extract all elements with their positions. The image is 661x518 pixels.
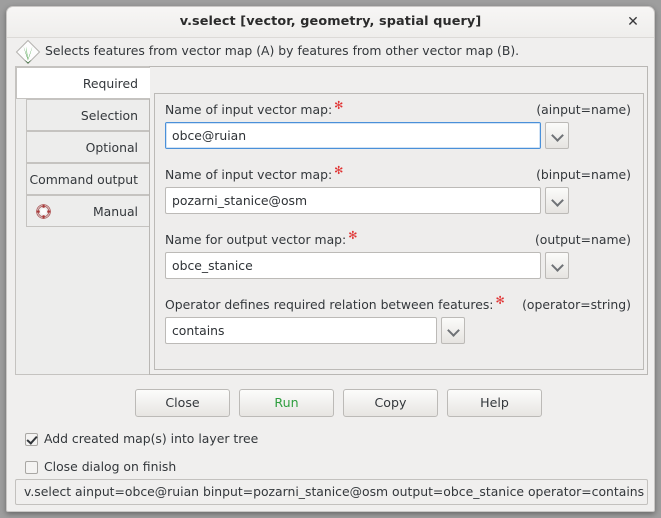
binput-label: Name of input vector map: ✻ (165, 163, 344, 182)
window-title: v.select [vector, geometry, spatial quer… (179, 14, 482, 29)
status-bar: v.select ainput=obce@ruian binput=pozarn… (15, 479, 648, 505)
chevron-down-icon (551, 193, 564, 207)
chevron-down-icon (551, 258, 564, 272)
ainput-input[interactable]: obce@ruian (165, 122, 541, 149)
add-map-label[interactable]: Add created map(s) into layer tree (44, 431, 258, 446)
tab-optional[interactable]: Optional (26, 131, 150, 163)
ainput-param-hint: (ainput=name) (536, 102, 631, 117)
command-preview-text: v.select ainput=obce@ruian binput=pozarn… (24, 484, 645, 499)
grass-gis-logo-icon (15, 39, 41, 65)
tab-label: Optional (85, 139, 138, 155)
output-dropdown-button[interactable] (545, 252, 569, 279)
required-asterisk: ✻ (348, 228, 358, 242)
description-row: Selects features from vector map (A) by … (7, 38, 654, 66)
tab-label: Command output (29, 171, 139, 187)
add-map-checkbox[interactable] (25, 433, 38, 446)
fields-container: Name of input vector map: ✻ (ainput=name)… (154, 93, 644, 370)
operator-param-hint: (operator=string) (522, 297, 631, 312)
output-combo[interactable]: obce_stanice (165, 252, 569, 279)
screenshot-root: v.select [vector, geometry, spatial quer… (0, 0, 661, 518)
operator-label: Operator defines required relation betwe… (165, 293, 505, 312)
tab-label: Required (82, 75, 138, 91)
output-label: Name for output vector map: ✻ (165, 228, 358, 247)
required-asterisk: ✻ (334, 163, 344, 177)
add-map-row: Add created map(s) into layer tree (7, 429, 654, 454)
dialog-description: Selects features from vector map (A) by … (45, 43, 520, 58)
copy-button[interactable]: Copy (343, 389, 438, 417)
close-on-finish-checkbox[interactable] (25, 461, 38, 474)
close-icon[interactable]: ✕ (624, 13, 642, 31)
help-button[interactable]: Help (447, 389, 542, 417)
ainput-combo[interactable]: obce@ruian (165, 122, 569, 149)
close-on-finish-label[interactable]: Close dialog on finish (44, 459, 176, 474)
chevron-down-icon (551, 128, 564, 142)
close-button[interactable]: Close (135, 389, 230, 417)
tab-manual[interactable]: Manual (26, 195, 150, 227)
dialog-body: Required Selection Optional Command outp… (7, 66, 654, 383)
tab-selection[interactable]: Selection (26, 99, 150, 131)
operator-dropdown-button[interactable] (441, 317, 465, 344)
tab-list: Required Selection Optional Command outp… (15, 66, 150, 375)
operator-select[interactable]: contains (165, 317, 437, 344)
chevron-down-icon (447, 323, 460, 337)
dialog-window: v.select [vector, geometry, spatial quer… (6, 6, 655, 512)
ainput-label: Name of input vector map: ✻ (165, 98, 344, 117)
ainput-dropdown-button[interactable] (545, 122, 569, 149)
required-tab-panel: Name of input vector map: ✻ (ainput=name)… (149, 66, 648, 375)
binput-param-hint: (binput=name) (536, 167, 631, 182)
tab-command-output[interactable]: Command output (26, 163, 150, 195)
binput-combo[interactable]: pozarni_stanice@osm (165, 187, 569, 214)
tab-required[interactable]: Required (16, 67, 150, 99)
output-param-hint: (output=name) (534, 232, 631, 247)
life-ring-icon (36, 204, 51, 219)
binput-dropdown-button[interactable] (545, 187, 569, 214)
title-bar: v.select [vector, geometry, spatial quer… (7, 7, 654, 38)
required-asterisk: ✻ (495, 293, 505, 307)
required-asterisk: ✻ (334, 98, 344, 112)
output-input[interactable]: obce_stanice (165, 252, 541, 279)
run-button[interactable]: Run (239, 389, 334, 417)
binput-input[interactable]: pozarni_stanice@osm (165, 187, 541, 214)
operator-combo[interactable]: contains (165, 317, 465, 344)
button-row: Close Run Copy Help (7, 383, 654, 423)
tab-label: Manual (92, 203, 138, 219)
tab-label: Selection (80, 107, 138, 123)
